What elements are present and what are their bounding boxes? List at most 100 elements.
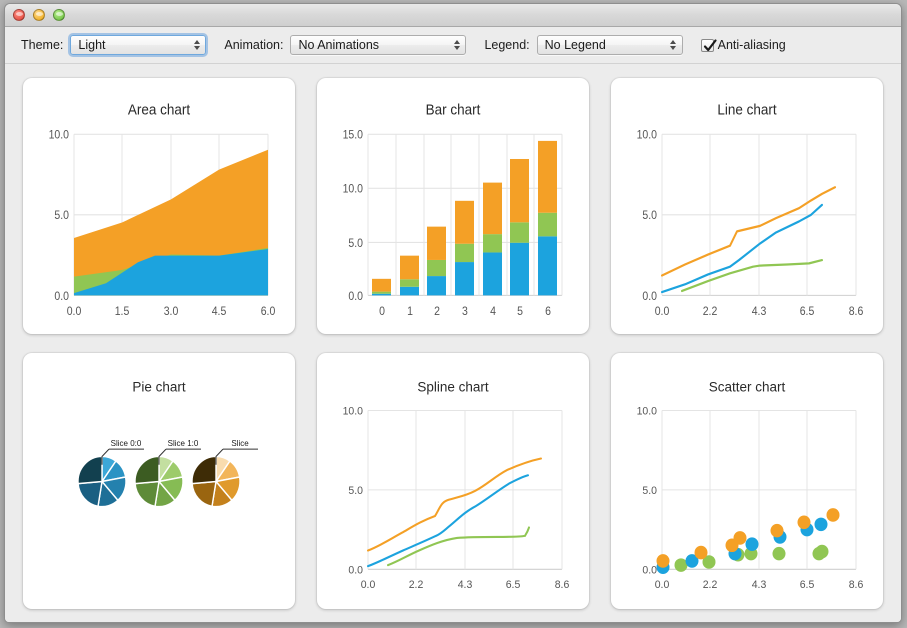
line-chart-xticks: 0.0 2.2 4.3 6.5 8.6 (655, 306, 864, 319)
svg-text:0.0: 0.0 (348, 564, 363, 576)
svg-text:8.6: 8.6 (849, 579, 864, 591)
area-chart-card[interactable]: Area chart 10.0 5.0 0.0 0.0 1.5 3.0 4.5 … (23, 78, 295, 334)
minimize-window-button[interactable] (33, 9, 45, 21)
bar-group-5 (510, 158, 529, 296)
svg-text:0.0: 0.0 (54, 290, 69, 303)
svg-text:4: 4 (490, 306, 496, 319)
svg-text:8.6: 8.6 (555, 579, 570, 591)
svg-text:5.0: 5.0 (642, 485, 657, 497)
scatter-chart-xticks: 0.0 2.2 4.3 6.5 8.6 (655, 579, 864, 591)
theme-select[interactable]: Light (70, 35, 207, 55)
svg-text:2.2: 2.2 (703, 306, 718, 319)
svg-text:8.6: 8.6 (849, 306, 864, 319)
bar-group-0 (372, 278, 391, 296)
area-chart-xticks: 0.0 1.5 3.0 4.5 6.0 (67, 306, 276, 319)
pie-chart-card[interactable]: Pie chart Slice 0:0 Slice 1:0 Slice (23, 353, 295, 609)
spline-chart-title: Spline chart (417, 379, 488, 394)
svg-text:4.5: 4.5 (212, 306, 227, 319)
bar-group-6 (538, 140, 557, 296)
pie-3-label: Slice (231, 439, 249, 448)
svg-text:15.0: 15.0 (343, 129, 363, 142)
pie-chart-title: Pie chart (132, 379, 185, 394)
legend-select[interactable]: No Legend (536, 35, 683, 55)
svg-text:5: 5 (517, 306, 523, 319)
app-window: Theme: Light Animation: No Animations Le… (4, 3, 902, 623)
pie-chart: Pie chart Slice 0:0 Slice 1:0 Slice (77, 379, 258, 508)
svg-text:0.0: 0.0 (67, 306, 82, 319)
pie-2-label: Slice 1:0 (168, 439, 199, 448)
svg-text:0.0: 0.0 (361, 579, 376, 591)
svg-text:3: 3 (462, 306, 468, 319)
svg-text:6.5: 6.5 (506, 579, 521, 591)
charts-grid: Area chart 10.0 5.0 0.0 0.0 1.5 3.0 4.5 … (5, 64, 901, 622)
line-series-blue (661, 203, 823, 294)
chevron-updown-icon (452, 36, 461, 54)
spline-chart-grid (367, 409, 563, 570)
chevron-updown-icon (669, 36, 678, 54)
animation-label: Animation: (224, 38, 284, 52)
theme-select-value: Light (78, 38, 106, 52)
svg-text:0.0: 0.0 (642, 290, 657, 303)
line-chart-title: Line chart (717, 102, 776, 119)
close-window-button[interactable] (13, 9, 25, 21)
svg-text:6.5: 6.5 (800, 306, 815, 319)
svg-text:10.0: 10.0 (49, 129, 69, 142)
svg-text:0.0: 0.0 (348, 290, 363, 303)
svg-text:5.0: 5.0 (348, 485, 363, 497)
spline-series-green (387, 526, 530, 567)
svg-text:5.0: 5.0 (642, 210, 657, 223)
bar-group-3 (455, 200, 474, 296)
spline-chart: Spline chart 10.0 5.0 0.0 0.0 2.2 4.3 6.… (343, 379, 570, 591)
bar-chart-card[interactable]: Bar chart 15.0 10.0 5.0 0.0 0 1 2 3 4 5 … (317, 78, 589, 334)
bar-group-1 (400, 255, 419, 296)
scatter-chart-card[interactable]: Scatter chart 10.0 5.0 0.0 0.0 2.2 4.3 6… (611, 353, 883, 609)
scatter-chart-title: Scatter chart (709, 379, 786, 394)
scatter-chart-grid (661, 409, 857, 570)
svg-text:4.3: 4.3 (458, 579, 473, 591)
svg-text:10.0: 10.0 (343, 405, 363, 417)
svg-text:0.0: 0.0 (655, 306, 670, 319)
animation-select[interactable]: No Animations (290, 35, 467, 55)
spline-series-blue (367, 474, 529, 568)
legend-label: Legend: (484, 38, 530, 52)
svg-text:6: 6 (545, 306, 551, 319)
pie-1-label: Slice 0:0 (111, 439, 142, 448)
area-chart-yticks: 10.0 5.0 0.0 (49, 129, 69, 303)
line-chart-yticks: 10.0 5.0 0.0 (637, 129, 657, 303)
line-chart-card[interactable]: Line chart 10.0 5.0 0.0 0.0 2.2 4.3 6.5 … (611, 78, 883, 334)
svg-text:5.0: 5.0 (54, 210, 69, 223)
svg-text:4.3: 4.3 (752, 579, 767, 591)
spline-chart-yticks: 10.0 5.0 0.0 (343, 405, 363, 576)
antialiasing-checkbox[interactable]: Anti-aliasing (700, 38, 786, 52)
svg-text:4.3: 4.3 (752, 306, 767, 319)
svg-text:10.0: 10.0 (637, 129, 657, 142)
svg-text:5.0: 5.0 (348, 237, 363, 250)
svg-text:2: 2 (434, 306, 440, 319)
area-chart: Area chart 10.0 5.0 0.0 0.0 1.5 3.0 4.5 … (49, 102, 276, 319)
window-titlebar (5, 4, 901, 27)
bar-chart: Bar chart 15.0 10.0 5.0 0.0 0 1 2 3 4 5 … (343, 102, 563, 319)
svg-text:0.0: 0.0 (655, 579, 670, 591)
bar-group-2 (427, 226, 446, 296)
svg-text:2.2: 2.2 (409, 579, 424, 591)
svg-text:0.0: 0.0 (642, 564, 657, 576)
legend-select-value: No Legend (544, 38, 606, 52)
svg-text:2.2: 2.2 (703, 579, 718, 591)
antialiasing-label: Anti-aliasing (717, 38, 786, 52)
chevron-updown-icon (192, 36, 201, 54)
svg-text:6.5: 6.5 (800, 579, 815, 591)
svg-text:10.0: 10.0 (637, 405, 657, 417)
area-chart-title: Area chart (128, 102, 190, 119)
spline-chart-card[interactable]: Spline chart 10.0 5.0 0.0 0.0 2.2 4.3 6.… (317, 353, 589, 609)
bar-chart-yticks: 15.0 10.0 5.0 0.0 (343, 129, 363, 303)
bar-chart-title: Bar chart (426, 102, 481, 119)
svg-text:0: 0 (379, 306, 385, 319)
line-chart-grid (661, 133, 857, 296)
scatter-chart-yticks: 10.0 5.0 0.0 (637, 405, 657, 576)
scatter-chart: Scatter chart 10.0 5.0 0.0 0.0 2.2 4.3 6… (637, 379, 864, 591)
bar-group-4 (483, 182, 502, 296)
maximize-window-button[interactable] (53, 9, 65, 21)
line-chart: Line chart 10.0 5.0 0.0 0.0 2.2 4.3 6.5 … (637, 102, 864, 319)
options-toolbar: Theme: Light Animation: No Animations Le… (5, 27, 901, 64)
bar-chart-xticks: 0 1 2 3 4 5 6 (379, 306, 551, 319)
